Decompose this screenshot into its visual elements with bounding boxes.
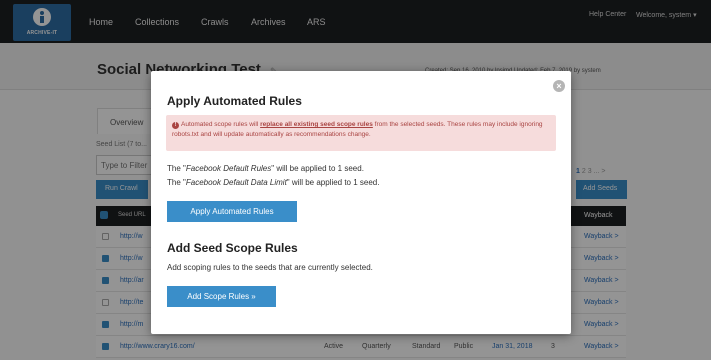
exclamation-icon: !: [172, 122, 179, 129]
close-icon[interactable]: ×: [553, 80, 565, 92]
modal-title: Apply Automated Rules: [167, 94, 302, 108]
add-scope-rules-button[interactable]: Add Scope Rules »: [167, 286, 276, 307]
alert-text-before: Automated scope rules will: [181, 121, 261, 128]
text-fragment: " will be applied to 1 seed.: [286, 178, 380, 187]
add-scope-rules-description: Add scoping rules to the seeds that are …: [167, 263, 373, 272]
data-limit-applied-text: The "Facebook Default Data Limit" will b…: [167, 178, 379, 187]
alert-emphasis: replace all existing seed scope rules: [260, 121, 373, 128]
text-fragment: " will be applied to 1 seed.: [271, 164, 364, 173]
rule-name: Facebook Default Rules: [185, 164, 272, 173]
text-fragment: The ": [167, 164, 186, 173]
rule-applied-text: The "Facebook Default Rules" will be app…: [167, 164, 364, 173]
warning-alert: ! Automated scope rules will replace all …: [166, 115, 556, 151]
apply-automated-rules-button[interactable]: Apply Automated Rules: [167, 201, 297, 222]
text-fragment: The ": [167, 178, 186, 187]
add-scope-rules-title: Add Seed Scope Rules: [167, 241, 298, 255]
automated-rules-modal: × Apply Automated Rules ! Automated scope…: [151, 71, 571, 334]
rule-name: Facebook Default Data Limit: [185, 178, 287, 187]
